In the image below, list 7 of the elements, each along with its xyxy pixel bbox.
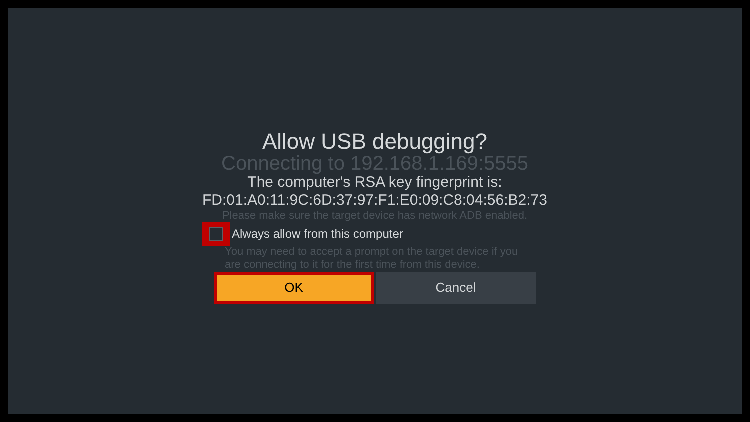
key-fingerprint: FD:01:A0:11:9C:6D:37:97:F1:E0:09:C8:04:56:B2:73 <box>202 192 548 210</box>
dialog-message: The computer's RSA key fingerprint is: <box>248 174 502 192</box>
cancel-button[interactable]: Cancel <box>376 272 536 304</box>
always-allow-checkbox[interactable] <box>209 227 223 241</box>
dialog-title: Allow USB debugging? <box>262 130 488 154</box>
checkbox-label: Always allow from this computer <box>232 226 404 243</box>
ok-button[interactable]: OK <box>214 272 374 304</box>
